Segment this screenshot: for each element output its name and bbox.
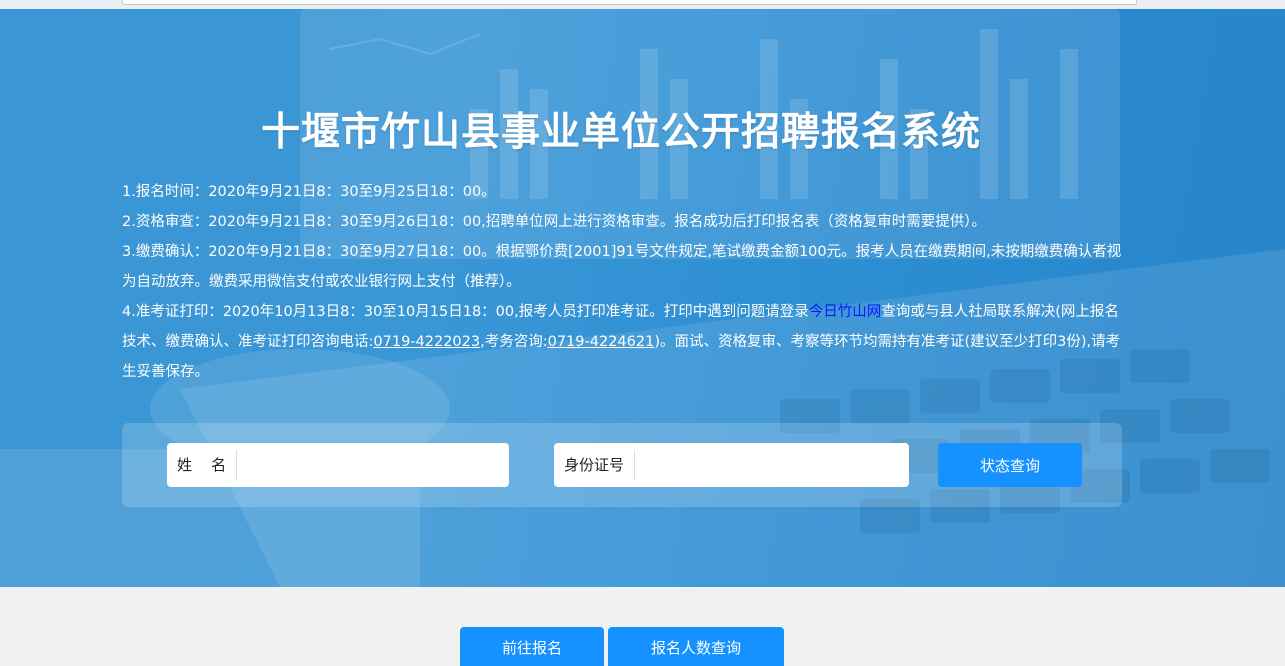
id-number-field[interactable]: 身份证号	[554, 443, 909, 487]
notice-item-admission-ticket: 4.准考证打印：2020年10月13日8：30至10月15日18：00,报考人员…	[122, 297, 1122, 387]
exam-affairs-phone[interactable]: 0719-4224621	[548, 334, 655, 350]
page: 十堰市竹山县事业单位公开招聘报名系统 1.报名时间：2020年9月21日8：30…	[0, 0, 1285, 666]
id-number-label: 身份证号	[554, 450, 636, 480]
status-query-button[interactable]: 状态查询	[938, 443, 1082, 487]
notice-item4-tel-sep: ,考务咨询:	[480, 334, 548, 350]
go-register-button[interactable]: 前往报名	[460, 627, 604, 666]
notice-item4-prefix: 4.准考证打印：2020年10月13日8：30至10月15日18：00,报考人员…	[122, 304, 809, 320]
notice-item-payment-confirmation: 3.缴费确认：2020年9月21日8：30至9月27日18：00。根据鄂价费[2…	[122, 244, 1122, 290]
notice-item-registration-time: 1.报名时间：2020年9月21日8：30至9月25日18：00。	[122, 184, 496, 200]
hero-banner: 十堰市竹山县事业单位公开招聘报名系统 1.报名时间：2020年9月21日8：30…	[0, 9, 1285, 587]
top-strip	[0, 0, 1285, 9]
id-number-input[interactable]	[635, 443, 909, 487]
name-label: 姓 名	[167, 450, 238, 480]
page-title: 十堰市竹山县事业单位公开招聘报名系统	[260, 110, 981, 155]
jinri-zhushan-link[interactable]: 今日竹山网	[809, 304, 882, 320]
notice-list: 1.报名时间：2020年9月21日8：30至9月25日18：00。 2.资格审查…	[122, 177, 1122, 387]
applicant-count-query-button[interactable]: 报名人数查询	[608, 627, 784, 666]
status-query-panel: 姓 名 身份证号 状态查询	[122, 423, 1122, 507]
top-frame	[122, 0, 1137, 5]
name-input[interactable]	[237, 443, 509, 487]
tech-support-phone[interactable]: 0719-4222023	[373, 334, 480, 350]
notice-item-qualification-review: 2.资格审查：2020年9月21日8：30至9月26日18：00,招聘单位网上进…	[122, 214, 987, 230]
name-field[interactable]: 姓 名	[167, 443, 509, 487]
